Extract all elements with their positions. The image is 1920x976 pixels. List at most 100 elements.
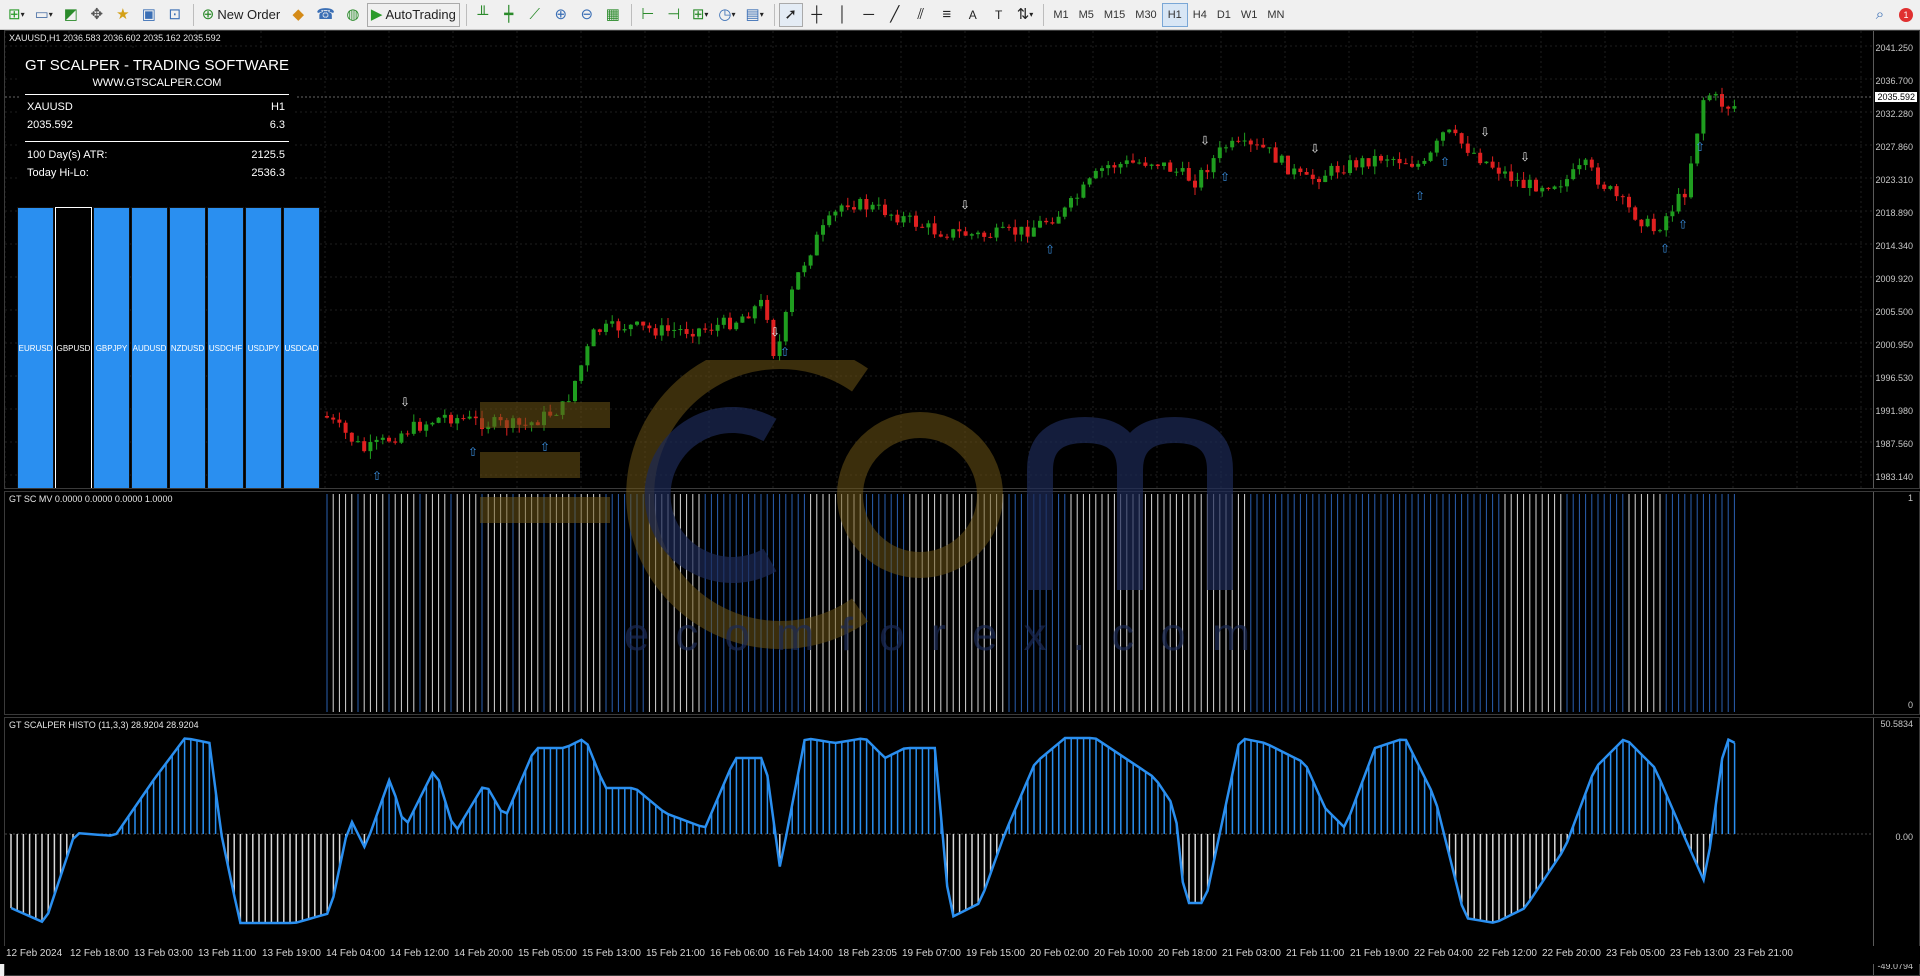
currency-button-gbpjpy[interactable]: GBPJPY xyxy=(93,207,130,488)
bar-chart-button[interactable]: ╨ xyxy=(471,3,495,27)
currency-button-nzdusd[interactable]: NZDUSD xyxy=(169,207,206,488)
histo-indicator-pane[interactable]: GT SCALPER HISTO (11,3,3) 28.9204 28.920… xyxy=(4,717,1920,976)
timeframe-m30[interactable]: M30 xyxy=(1130,4,1161,26)
timeframe-mn[interactable]: MN xyxy=(1262,4,1289,26)
timeframe-m5[interactable]: M5 xyxy=(1074,4,1099,26)
candle-body xyxy=(1217,147,1222,159)
currency-button-eurusd[interactable]: EURUSD xyxy=(17,207,54,488)
candle-body xyxy=(963,231,968,236)
candle-body xyxy=(1031,227,1036,237)
dropdown-arrow-icon: ▾ xyxy=(704,10,709,19)
navigator-button[interactable]: ★ xyxy=(111,3,135,27)
sell-arrow-icon: ⇩ xyxy=(770,325,780,339)
zoom-out-icon: ⊖ xyxy=(580,6,594,23)
buy-arrow-icon: ⇧ xyxy=(1440,155,1450,169)
text-label-button[interactable]: T xyxy=(987,3,1011,27)
templates-button[interactable]: ▤ ▾ xyxy=(742,3,768,27)
mv-indicator-pane[interactable]: GT SC MV 0.0000 0.0000 0.0000 1.0000 1 0 xyxy=(4,491,1920,715)
line-chart-button[interactable]: ⟋ xyxy=(523,3,547,27)
candle-body xyxy=(845,205,850,208)
timeframe-w1[interactable]: W1 xyxy=(1236,4,1263,26)
timeframe-m15[interactable]: M15 xyxy=(1099,4,1130,26)
trendline-button[interactable]: ╱ xyxy=(883,3,907,27)
candle-body xyxy=(393,441,398,443)
price-chart-pane[interactable]: ⇩ ⇩ ⇩ ⇩ ⇩ ⇩ ⇩ ⇧ ⇧ ⇧ ⇧ ⇧ ⇧ ⇧ ⇧ ⇧ ⇧ ⇧ XAUUSD,H1 2036.583 20… xyxy=(4,30,1920,489)
notifications-button[interactable]: 1 xyxy=(1894,3,1918,27)
candle-body xyxy=(1000,226,1005,228)
signals-button[interactable]: ☎ xyxy=(312,3,339,27)
autotrading-button[interactable]: ▶ AutoTrading xyxy=(366,2,460,27)
candle-body xyxy=(511,418,515,428)
zoom-in-button[interactable]: ⊕ xyxy=(549,3,573,27)
crosshair-button[interactable]: ┼ xyxy=(805,3,829,27)
autoscroll-button[interactable]: ⊣ xyxy=(662,3,686,27)
currency-button-usdchf[interactable]: USDCHF xyxy=(207,207,244,488)
candle-body xyxy=(721,317,726,325)
zoom-out-button[interactable]: ⊖ xyxy=(575,3,599,27)
candle-body xyxy=(1317,178,1321,183)
search-button[interactable]: ⌕ xyxy=(1868,3,1892,27)
time-axis-label: 20 Feb 10:00 xyxy=(1094,948,1153,959)
new-order-button[interactable]: ⊕ New Order xyxy=(198,3,284,27)
candle-body xyxy=(1620,196,1625,198)
new-chart-icon: ⊞ xyxy=(8,6,21,23)
mv-axis[interactable]: 1 0 xyxy=(1873,492,1919,714)
currency-button-gbpusd[interactable]: GBPUSD xyxy=(55,207,92,488)
timeframe-h1[interactable]: H1 xyxy=(1161,2,1188,27)
candle-body xyxy=(1391,158,1396,160)
dropdown-arrow-icon: ▾ xyxy=(759,10,764,19)
market-watch-button[interactable]: ◩ xyxy=(59,3,83,27)
candle-body xyxy=(1627,196,1631,208)
buy-arrow-icon: ⇧ xyxy=(1678,218,1688,232)
vertical-line-button[interactable]: │ xyxy=(831,3,855,27)
time-axis-label: 14 Feb 20:00 xyxy=(454,948,513,959)
candlestick-button[interactable]: ┿ xyxy=(497,3,521,27)
new-chart-button[interactable]: ⊞ ▾ xyxy=(4,3,29,27)
chart-shift-button[interactable]: ⊢ xyxy=(636,3,660,27)
time-axis-label: 16 Feb 06:00 xyxy=(710,948,769,959)
timeframe-h4[interactable]: H4 xyxy=(1188,4,1212,26)
currency-button-audusd[interactable]: AUDUSD xyxy=(131,207,168,488)
timeframe-m1[interactable]: M1 xyxy=(1048,4,1073,26)
candle-body xyxy=(938,234,943,237)
market-button[interactable]: ◍ xyxy=(341,3,365,27)
terminal-button[interactable]: ▣ xyxy=(137,3,161,27)
candle-body xyxy=(1521,179,1526,189)
main-toolbar: ⊞ ▾ ▭ ▾ ◩ ✥ ★ ▣ ⊡ ⊕ New Order ◆ ☎ ◍ ▶ AutoTr… xyxy=(0,0,1920,30)
crosshair-icon: ┼ xyxy=(811,6,823,23)
candle-body xyxy=(1168,162,1173,172)
tile-windows-button[interactable]: ▦ xyxy=(601,3,625,27)
candle-body xyxy=(914,215,918,227)
candle-body xyxy=(765,299,770,320)
price-axis-label: 2041.250 xyxy=(1875,43,1913,53)
fibonacci-button[interactable]: ≡ xyxy=(935,3,959,27)
cursor-button[interactable]: ➚ xyxy=(778,2,803,27)
strategy-tester-button[interactable]: ⊡ xyxy=(163,3,187,27)
periods-button[interactable]: ◷ ▾ xyxy=(714,3,739,27)
equidistant-channel-button[interactable]: ⫽ xyxy=(909,3,933,27)
profiles-button[interactable]: ▭ ▾ xyxy=(31,3,57,27)
histo-axis[interactable]: 50.5834 0.00 -49.0794 xyxy=(1873,718,1919,975)
arrows-button[interactable]: ⇅ ▾ xyxy=(1013,3,1038,27)
time-axis-label: 12 Feb 18:00 xyxy=(70,948,129,959)
currency-button-usdcad[interactable]: USDCAD xyxy=(283,207,320,488)
arrows-icon: ⇅ xyxy=(1016,6,1030,23)
metaeditor-button[interactable]: ◆ xyxy=(286,3,310,27)
time-axis[interactable]: 12 Feb 2024 12 Feb 18:00 13 Feb 03:00 13 Fe… xyxy=(0,946,1920,964)
currency-button-usdjpy[interactable]: USDJPY xyxy=(245,207,282,488)
data-window-button[interactable]: ✥ xyxy=(85,3,109,27)
horizontal-line-button[interactable]: ─ xyxy=(857,3,881,27)
candle-body xyxy=(1496,167,1501,174)
candle-body xyxy=(1701,100,1706,134)
buy-arrow-icon: ⇧ xyxy=(1220,170,1230,184)
timeframe-d1[interactable]: D1 xyxy=(1212,4,1236,26)
info-timeframe: H1 xyxy=(270,101,285,113)
candle-body xyxy=(1490,161,1495,168)
price-axis-label: 1996.530 xyxy=(1875,373,1913,383)
candle-body xyxy=(1713,94,1718,96)
candle-body xyxy=(1410,163,1414,167)
indicators-button[interactable]: ⊞ ▾ xyxy=(688,3,713,27)
candle-body xyxy=(1335,165,1340,173)
text-button[interactable]: A xyxy=(961,3,985,27)
candle-body xyxy=(1149,164,1154,166)
